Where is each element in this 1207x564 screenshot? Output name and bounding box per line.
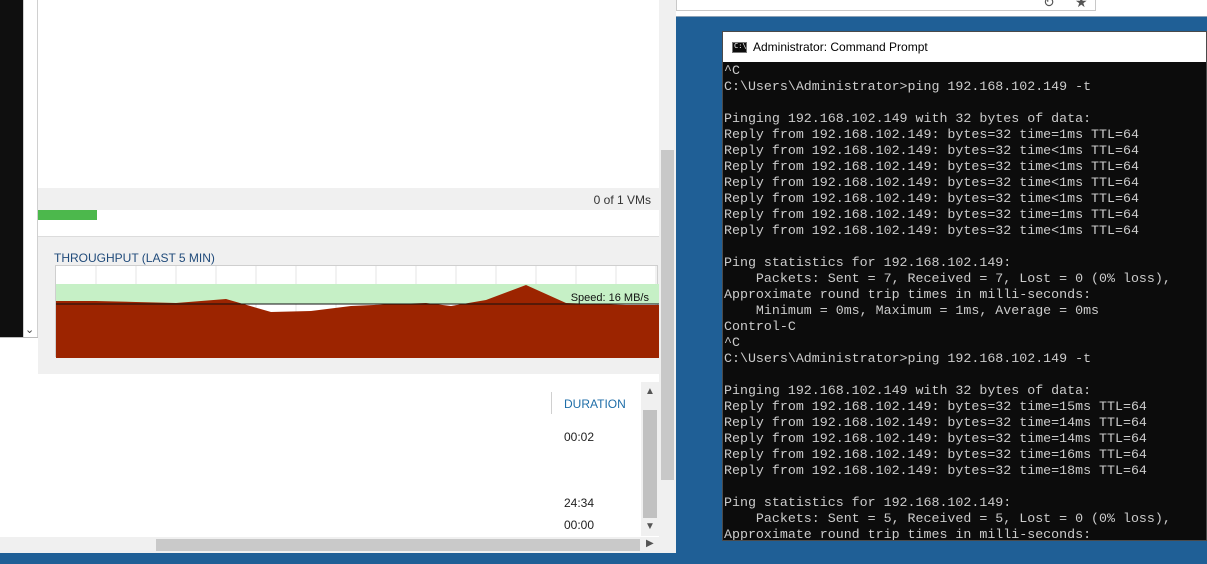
throughput-chart: Speed: 16 MB/s [55, 265, 659, 358]
command-prompt-icon: C:\ [732, 42, 747, 53]
throughput-band [56, 284, 659, 304]
console-line: Reply from 192.168.102.149: bytes=32 tim… [724, 399, 1147, 414]
command-prompt-window[interactable]: C:\ Administrator: Command Prompt ^C C:\U… [722, 31, 1207, 541]
chevron-up-icon[interactable]: ▲ [645, 386, 655, 397]
list-vertical-scrollbar[interactable]: ▲ ▼ [641, 382, 659, 536]
console-line: Ping statistics for 192.168.102.149: [724, 495, 1012, 510]
address-bar[interactable]: ↻ ★ [676, 0, 1096, 11]
reload-icon[interactable]: ↻ [1043, 0, 1055, 11]
cmd-titlebar[interactable]: C:\ Administrator: Command Prompt [723, 32, 1206, 62]
vm-progress-fill [38, 210, 97, 220]
vm-status-bar: 0 of 1 VMs [38, 188, 659, 210]
scrollbar-thumb[interactable] [643, 410, 657, 518]
session-list: DURATION 00:02 24:34 00:00 [0, 374, 659, 538]
console-line: Reply from 192.168.102.149: bytes=32 tim… [724, 463, 1147, 478]
console-line: C:\Users\Administrator>ping 192.168.102.… [724, 351, 1092, 366]
column-separator[interactable] [551, 392, 552, 414]
console-line: Packets: Sent = 7, Received = 7, Lost = … [724, 271, 1171, 286]
divider [0, 337, 38, 338]
scrollbar-thumb[interactable] [0, 539, 156, 551]
list-horizontal-scrollbar[interactable]: ▶ [0, 537, 659, 553]
console-line: ^C [724, 335, 740, 350]
throughput-chart-svg [56, 266, 659, 358]
console-line: Reply from 192.168.102.149: bytes=32 tim… [724, 431, 1147, 446]
console-line: Reply from 192.168.102.149: bytes=32 tim… [724, 159, 1139, 174]
backup-app-window: ⌄ 0 of 1 VMs THROUGHPUT (LAST 5 MIN) Spe… [0, 0, 676, 553]
console-line: Reply from 192.168.102.149: bytes=32 tim… [724, 207, 1139, 222]
list-item-duration: 24:34 [564, 496, 595, 510]
console-line: Minimum = 0ms, Maximum = 1ms, Average = … [724, 303, 1100, 318]
left-panel-scrollbar[interactable]: ⌄ [23, 0, 38, 338]
console-output[interactable]: ^C C:\Users\Administrator>ping 192.168.10… [723, 63, 1206, 541]
console-line: Packets: Sent = 5, Received = 5, Lost = … [724, 511, 1171, 526]
window-vertical-scrollbar[interactable] [659, 0, 676, 553]
console-line: Reply from 192.168.102.149: bytes=32 tim… [724, 447, 1147, 462]
console-line: Reply from 192.168.102.149: bytes=32 tim… [724, 191, 1139, 206]
scrollbar-track[interactable] [156, 539, 640, 551]
console-line: Pinging 192.168.102.149 with 32 bytes of… [724, 383, 1092, 398]
job-details-panel [38, 0, 659, 188]
console-line: Approximate round trip times in milli-se… [724, 527, 1092, 541]
dark-side-panel [0, 0, 23, 338]
throughput-title: THROUGHPUT (LAST 5 MIN) [54, 251, 215, 265]
duration-column-header[interactable]: DURATION [564, 397, 626, 411]
divider [676, 16, 1207, 17]
browser-toolbar: ↻ ★ [676, 0, 1207, 16]
chevron-right-icon[interactable]: ▶ [646, 538, 654, 549]
console-line: Reply from 192.168.102.149: bytes=32 tim… [724, 415, 1147, 430]
console-line: Pinging 192.168.102.149 with 32 bytes of… [724, 111, 1092, 126]
throughput-section: THROUGHPUT (LAST 5 MIN) Speed: 16 MB/s [38, 237, 659, 374]
console-line: ^C [724, 63, 740, 78]
console-line: Reply from 192.168.102.149: bytes=32 tim… [724, 143, 1139, 158]
chevron-down-icon[interactable]: ⌄ [25, 323, 34, 336]
console-line: Reply from 192.168.102.149: bytes=32 tim… [724, 127, 1139, 142]
list-item-duration: 00:02 [564, 430, 595, 444]
star-icon[interactable]: ★ [1075, 0, 1088, 11]
vm-progress-bar [38, 210, 659, 220]
scrollbar-thumb[interactable] [661, 150, 674, 480]
console-line: Ping statistics for 192.168.102.149: [724, 255, 1012, 270]
list-item-duration: 00:00 [564, 518, 595, 532]
vm-count-label: 0 of 1 VMs [593, 193, 651, 207]
console-line: C:\Users\Administrator>ping 192.168.102.… [724, 79, 1092, 94]
window-title: Administrator: Command Prompt [753, 40, 928, 54]
chevron-down-icon[interactable]: ▼ [645, 521, 655, 532]
console-line: Control-C [724, 319, 796, 334]
console-line: Reply from 192.168.102.149: bytes=32 tim… [724, 175, 1139, 190]
console-line: Approximate round trip times in milli-se… [724, 287, 1092, 302]
speed-label: Speed: 16 MB/s [570, 292, 649, 304]
console-line: Reply from 192.168.102.149: bytes=32 tim… [724, 223, 1139, 238]
